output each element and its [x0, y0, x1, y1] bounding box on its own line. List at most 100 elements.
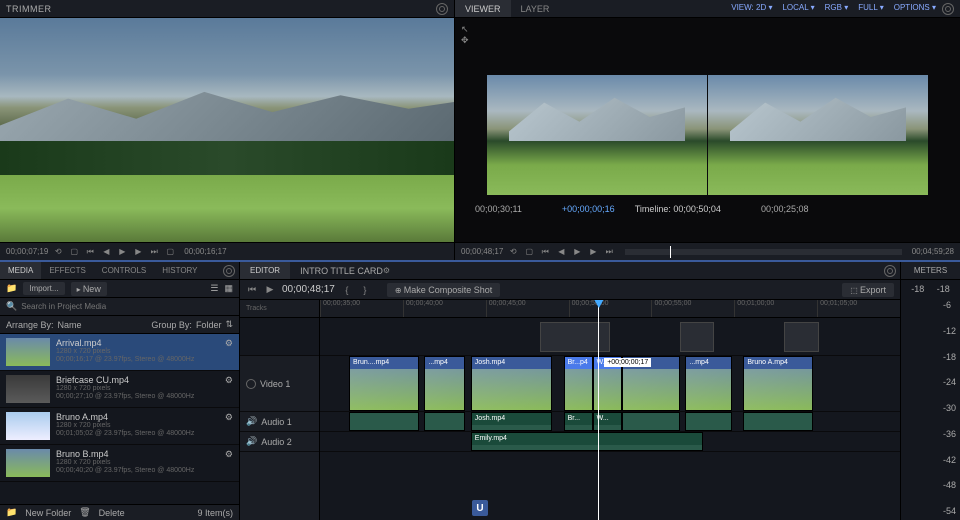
speaker-icon[interactable]: 🔊 — [246, 416, 257, 427]
video-clip[interactable]: Br...p4 — [564, 356, 593, 411]
step-fwd-icon[interactable]: ▶ — [132, 247, 144, 257]
viewer-tc-delta: +00;00;00;16 — [562, 204, 615, 214]
timeline-area[interactable]: 00;00;35;0000;00;40;0000;00;45;0000;00;5… — [320, 300, 900, 520]
audio-clip[interactable]: Emily.mp4 — [471, 432, 703, 451]
video-clip[interactable]: ...mp4 — [685, 356, 731, 411]
viewer-transport: 00;00;48;17 ⟲ ▢ ⏮ ◀ ▶ ▶ ⏭ 00;04;59;28 — [455, 242, 960, 260]
meter-ch-right: -18 — [937, 284, 950, 294]
play-icon[interactable]: ▶ — [264, 285, 276, 295]
playhead[interactable] — [598, 300, 599, 520]
tab-effects[interactable]: EFFECTS — [41, 262, 93, 279]
media-item[interactable]: Briefcase CU.mp4 1280 x 720 pixels 00;00… — [0, 371, 239, 408]
app-logo[interactable]: U — [472, 500, 488, 516]
gear-icon[interactable] — [223, 265, 235, 277]
composite-button[interactable]: ⊕ Make Composite Shot — [387, 283, 500, 297]
audio-clip[interactable]: Josh.mp4 — [471, 412, 552, 431]
video-clip[interactable]: ...mp4 — [424, 356, 465, 411]
viewer-scrubber[interactable] — [625, 249, 901, 255]
gear-icon[interactable] — [436, 3, 448, 15]
audio-clip[interactable]: Br... — [564, 412, 593, 431]
media-item[interactable]: Arrival.mp4 1280 x 720 pixels 00;00;16;1… — [0, 334, 239, 371]
view-full[interactable]: FULL ▾ — [854, 3, 888, 15]
loop-icon[interactable]: ⟲ — [52, 247, 64, 257]
new-button[interactable]: ▸ New — [71, 282, 107, 296]
tab-media[interactable]: MEDIA — [0, 262, 41, 279]
step-back-icon[interactable]: ◀ — [100, 247, 112, 257]
folder-icon: 📁 — [6, 283, 17, 294]
in-icon[interactable]: ▢ — [68, 247, 80, 257]
tab-layer[interactable]: LAYER — [511, 0, 560, 17]
tab-editor[interactable]: EDITOR — [240, 262, 290, 279]
group-label: Group By: — [151, 320, 192, 330]
prev-icon[interactable]: ⏮ — [84, 247, 96, 257]
grid-view-icon[interactable]: ▦ — [224, 283, 233, 294]
viewer-panel: VIEWER LAYER VIEW: 2D ▾ LOCAL ▾ RGB ▾ FU… — [455, 0, 960, 260]
viewer-preview[interactable]: ↖✥ 00;00;30;11 +00;00;00;16 Timeline: 00… — [455, 18, 960, 242]
gear-icon[interactable]: ⚙ — [225, 412, 233, 440]
video-clip[interactable]: Brun....mp4 — [349, 356, 419, 411]
sort-icon[interactable]: ⇅ — [225, 319, 233, 330]
view-local[interactable]: LOCAL ▾ — [778, 3, 818, 15]
gear-icon[interactable] — [884, 265, 896, 277]
arrange-value[interactable]: Name — [58, 320, 82, 330]
video-clip[interactable]: Josh.mp4 — [471, 356, 552, 411]
play-icon[interactable]: ▶ — [116, 247, 128, 257]
in-icon[interactable]: ▢ — [523, 247, 535, 257]
view-rgb[interactable]: RGB ▾ — [821, 3, 853, 15]
play-icon[interactable]: ▶ — [571, 247, 583, 257]
tab-controls[interactable]: CONTROLS — [94, 262, 154, 279]
trash-icon: 🗑 — [79, 507, 90, 518]
tab-history[interactable]: HISTORY — [154, 262, 205, 279]
trimmer-tc-right: 00;00;16;17 — [184, 247, 226, 256]
pointer-icon[interactable]: ↖✥ — [461, 24, 469, 46]
view-options[interactable]: OPTIONS ▾ — [890, 3, 940, 15]
list-view-icon[interactable]: ☰ — [210, 283, 218, 294]
new-folder-button[interactable]: New Folder — [25, 508, 71, 518]
step-back-icon[interactable]: ◀ — [555, 247, 567, 257]
speaker-icon[interactable]: 🔊 — [246, 436, 257, 447]
mark-in-icon[interactable]: { — [341, 285, 353, 295]
meter-ch-left: -18 — [911, 284, 924, 294]
gear-icon[interactable]: ⚙ — [225, 338, 233, 366]
gear-icon[interactable]: ⚙ — [225, 375, 233, 403]
gear-icon[interactable]: ⚙ — [225, 449, 233, 477]
tab-viewer[interactable]: VIEWER — [455, 0, 511, 17]
track-header-audio1[interactable]: 🔊Audio 1 — [240, 412, 319, 432]
viewer-frame-b — [708, 75, 928, 195]
audio-clip[interactable]: W... — [593, 412, 622, 431]
trimmer-title: TRIMMER — [6, 4, 52, 14]
export-button[interactable]: ⬚ Export — [842, 283, 894, 297]
loop-icon[interactable]: ⟲ — [507, 247, 519, 257]
track-header-audio2[interactable]: 🔊Audio 2 — [240, 432, 319, 452]
viewer-bar-right: 00;04;59;28 — [912, 247, 954, 256]
mark-out-icon[interactable]: } — [359, 285, 371, 295]
media-item[interactable]: Bruno B.mp4 1280 x 720 pixels 00;00;40;2… — [0, 445, 239, 482]
view-mode[interactable]: VIEW: 2D ▾ — [727, 3, 776, 15]
step-fwd-icon[interactable]: ▶ — [587, 247, 599, 257]
media-item[interactable]: Bruno A.mp4 1280 x 720 pixels 00;01;05;0… — [0, 408, 239, 445]
gear-icon[interactable] — [942, 3, 954, 15]
meters-panel: METERS -18 -18 -6-12-18-24-30-36-42-48-5… — [900, 262, 960, 520]
trimmer-preview[interactable] — [0, 18, 454, 242]
media-panel: MEDIA EFFECTS CONTROLS HISTORY 📁 Import.… — [0, 262, 240, 520]
audio-clip[interactable] — [424, 412, 465, 431]
group-value[interactable]: Folder — [196, 320, 222, 330]
track-header-video1[interactable]: Video 1 — [240, 356, 319, 412]
eye-icon[interactable] — [246, 379, 256, 389]
audio-clip[interactable] — [685, 412, 731, 431]
skip-start-icon[interactable]: ⏮ — [246, 285, 258, 295]
audio-clip[interactable] — [622, 412, 680, 431]
next-icon[interactable]: ⏭ — [603, 247, 615, 257]
prev-icon[interactable]: ⏮ — [539, 247, 551, 257]
tab-intro[interactable]: INTRO TITLE CARD ⚙ — [290, 262, 400, 279]
audio-clip[interactable] — [349, 412, 419, 431]
import-button[interactable]: Import... — [23, 282, 64, 295]
delete-button[interactable]: Delete — [99, 508, 125, 518]
editor-timecode[interactable]: 00;00;48;17 — [282, 284, 335, 295]
video-clip[interactable]: Bruno A.mp4 — [743, 356, 813, 411]
audio-clip[interactable] — [743, 412, 813, 431]
out-icon[interactable]: ▢ — [164, 247, 176, 257]
search-input[interactable] — [21, 302, 233, 311]
trimmer-tc-left: 00;00;07;19 — [6, 247, 48, 256]
next-icon[interactable]: ⏭ — [148, 247, 160, 257]
